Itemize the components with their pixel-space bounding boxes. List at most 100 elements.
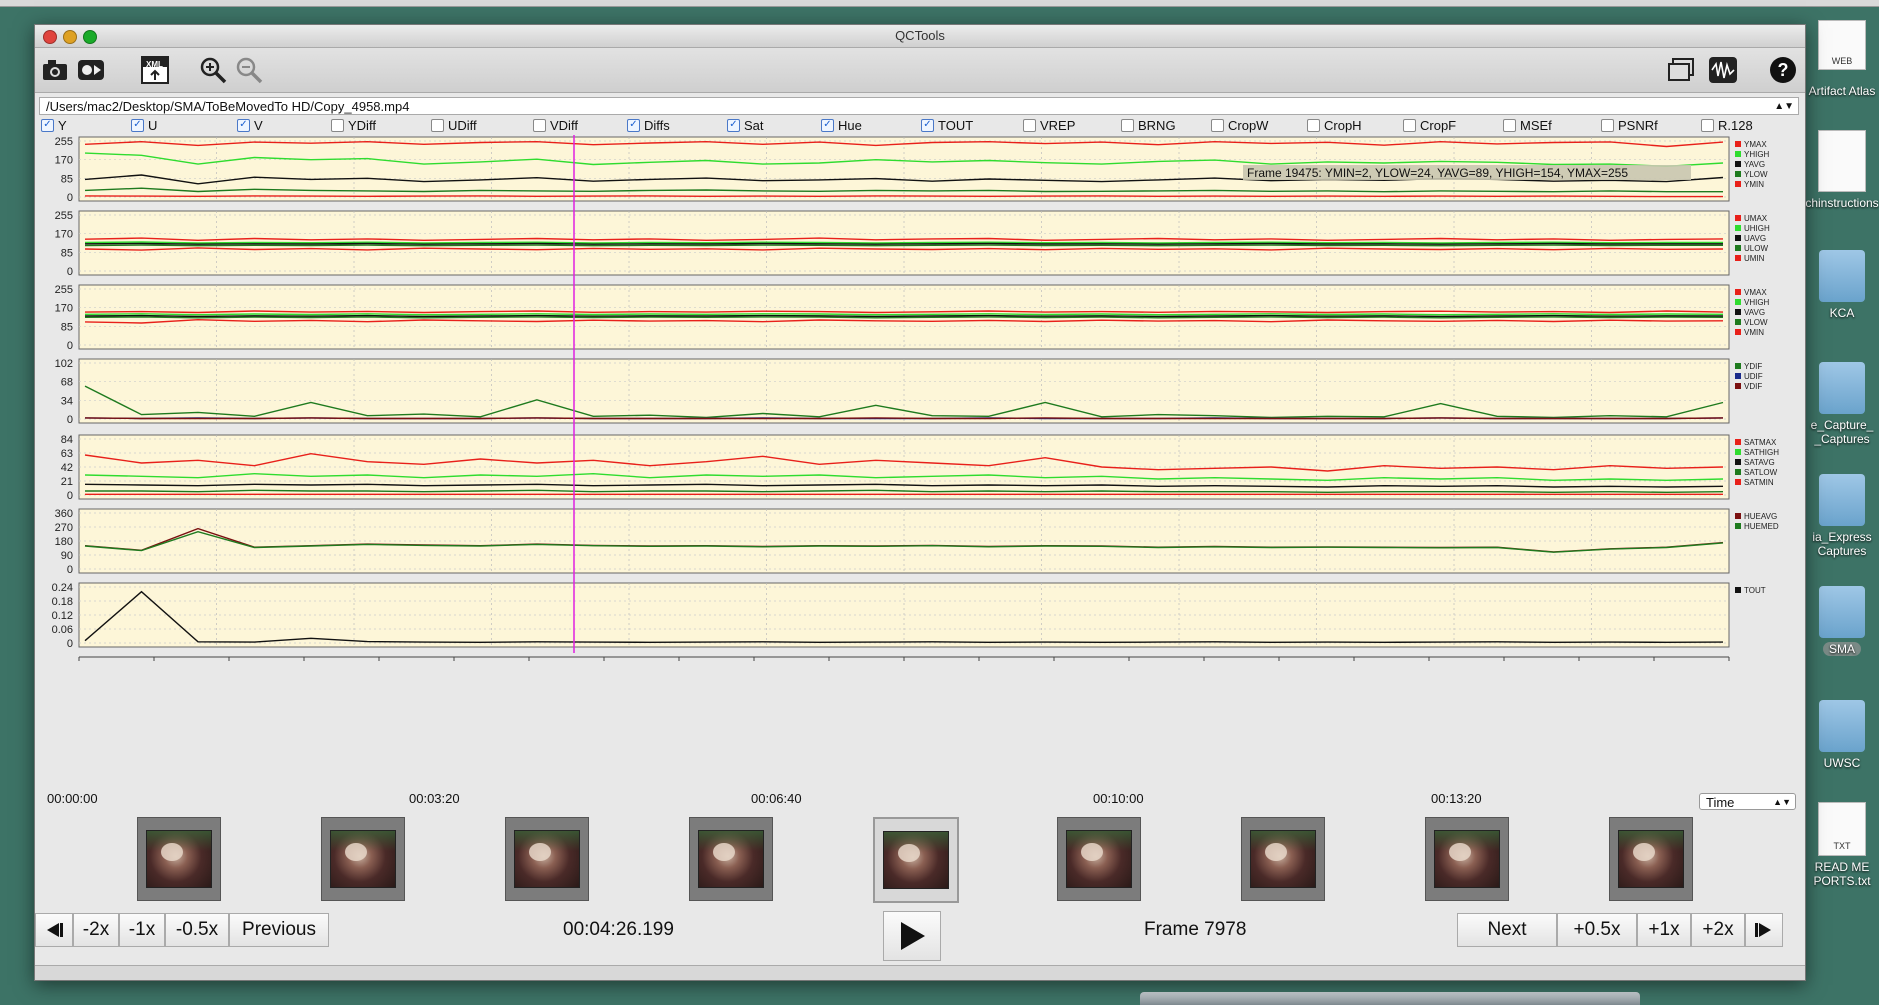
checkbox-unchecked[interactable] xyxy=(533,118,546,132)
checkbox-checked[interactable]: ✓ xyxy=(921,118,934,132)
checkbox-unchecked[interactable] xyxy=(1701,118,1714,132)
legend-label: HUEAVG xyxy=(1744,512,1777,521)
legend-label: VAVG xyxy=(1744,308,1765,317)
y-tick-label: 0.12 xyxy=(52,610,73,622)
speed-plus-1x-button[interactable]: +1x xyxy=(1637,913,1691,947)
open-device-button[interactable] xyxy=(75,54,107,86)
filter-sat[interactable]: ✓ Sat xyxy=(727,117,764,133)
minimize-window-icon[interactable] xyxy=(63,30,77,44)
go-to-end-button[interactable] xyxy=(1745,913,1783,947)
frame-thumbnail[interactable] xyxy=(873,817,959,903)
speed-minus-1x-button[interactable]: -1x xyxy=(119,913,165,947)
desktop-item-captures[interactable]: e_Capture_ _Captures xyxy=(1805,362,1879,446)
filter-msef[interactable]: MSEf xyxy=(1503,117,1552,133)
filter-vdiff[interactable]: VDiff xyxy=(533,117,578,133)
speed-minus-half-button[interactable]: -0.5x xyxy=(165,913,229,947)
checkbox-checked[interactable]: ✓ xyxy=(131,118,144,132)
y-tick-label: 0 xyxy=(67,414,73,426)
frame-thumbnail[interactable] xyxy=(689,817,773,901)
speed-plus-half-button[interactable]: +0.5x xyxy=(1557,913,1637,947)
filter-psnrf[interactable]: PSNRf xyxy=(1601,117,1658,133)
series-line-vdif xyxy=(84,417,1724,420)
go-to-start-button[interactable] xyxy=(35,913,73,947)
desktop-item-instructions[interactable]: chinstructions xyxy=(1805,130,1879,210)
checkbox-checked[interactable]: ✓ xyxy=(727,118,740,132)
time-mode-select[interactable]: Time ▲▼ xyxy=(1699,793,1796,810)
legend-swatch xyxy=(1735,373,1741,379)
desktop-item-artifact-atlas[interactable]: Artifact Atlas xyxy=(1805,84,1879,98)
previous-button[interactable]: Previous xyxy=(229,913,329,947)
filter-croph[interactable]: CropH xyxy=(1307,117,1362,133)
checkbox-unchecked[interactable] xyxy=(331,118,344,132)
filter-udiff[interactable]: UDiff xyxy=(431,117,477,133)
zoom-in-button[interactable] xyxy=(197,54,229,86)
filter-ydiff[interactable]: YDiff xyxy=(331,117,376,133)
y-tick-label: 255 xyxy=(55,210,73,222)
filter-cropw[interactable]: CropW xyxy=(1211,117,1268,133)
frame-thumbnail[interactable] xyxy=(1425,817,1509,901)
checkbox-unchecked[interactable] xyxy=(1403,118,1416,132)
graphs-area[interactable]: 255 170 85 0 YMAXYHIGHYAVGYLOWYMIN 255 170 85 0 U… xyxy=(35,135,1805,785)
speed-minus-2x-button[interactable]: -2x xyxy=(73,913,119,947)
waveform-view-button[interactable] xyxy=(1707,54,1739,86)
checkbox-checked[interactable]: ✓ xyxy=(627,118,640,132)
filter-tout[interactable]: ✓ TOUT xyxy=(921,117,973,133)
filters-view-button[interactable] xyxy=(1665,54,1697,86)
close-window-icon[interactable] xyxy=(43,30,57,44)
checkbox-checked[interactable]: ✓ xyxy=(237,118,250,132)
filter-hue[interactable]: ✓ Hue xyxy=(821,117,862,133)
frame-thumbnail[interactable] xyxy=(137,817,221,901)
next-button[interactable]: Next xyxy=(1457,913,1557,947)
frame-thumbnail[interactable] xyxy=(1609,817,1693,901)
frame-thumbnail[interactable] xyxy=(1057,817,1141,901)
filter-label: Y xyxy=(58,117,67,133)
checkbox-unchecked[interactable] xyxy=(1503,118,1516,132)
checkbox-unchecked[interactable] xyxy=(1211,118,1224,132)
thumbnail-image xyxy=(146,830,212,888)
filter-label: YDiff xyxy=(348,117,376,133)
checkbox-unchecked[interactable] xyxy=(1121,118,1134,132)
checkbox-unchecked[interactable] xyxy=(431,118,444,132)
legend-label: UAVG xyxy=(1744,234,1766,243)
play-button[interactable] xyxy=(883,911,941,961)
desktop-item-readme[interactable]: TXT READ ME PORTS.txt xyxy=(1805,802,1879,888)
help-button[interactable]: ? xyxy=(1767,54,1799,86)
folder-icon xyxy=(1819,586,1865,638)
frame-thumbnail[interactable] xyxy=(1241,817,1325,901)
export-xml-button[interactable]: XML xyxy=(139,54,171,86)
zoom-window-icon[interactable] xyxy=(83,30,97,44)
open-file-button[interactable] xyxy=(39,54,71,86)
filter-v[interactable]: ✓ V xyxy=(237,117,263,133)
filter-u[interactable]: ✓ U xyxy=(131,117,157,133)
speed-plus-2x-button[interactable]: +2x xyxy=(1691,913,1745,947)
frame-thumbnail[interactable] xyxy=(505,817,589,901)
filter-cropf[interactable]: CropF xyxy=(1403,117,1456,133)
filter-y[interactable]: ✓ Y xyxy=(41,117,67,133)
filter-diffs[interactable]: ✓ Diffs xyxy=(627,117,670,133)
desktop-item-web[interactable]: WEB xyxy=(1805,20,1879,74)
series-line-ulow xyxy=(84,244,1723,247)
filter-vrep[interactable]: VREP xyxy=(1023,117,1075,133)
checkbox-unchecked[interactable] xyxy=(1023,118,1036,132)
desktop-icons: WEB Artifact Atlas chinstructions KCA e_… xyxy=(1805,0,1879,1005)
thumbnail-image xyxy=(514,830,580,888)
checkbox-checked[interactable]: ✓ xyxy=(821,118,834,132)
legend-label: SATMAX xyxy=(1744,438,1777,447)
legend-swatch xyxy=(1735,449,1741,455)
text-file-icon: TXT xyxy=(1818,802,1866,856)
filter-brng[interactable]: BRNG xyxy=(1121,117,1176,133)
legend-swatch xyxy=(1735,319,1741,325)
filter-r-128[interactable]: R.128 xyxy=(1701,117,1753,133)
desktop-item-uwsc[interactable]: UWSC xyxy=(1805,700,1879,770)
desktop-item-express-captures[interactable]: ia_Express Captures xyxy=(1805,474,1879,558)
y-tick-label: 0 xyxy=(67,266,73,278)
checkbox-unchecked[interactable] xyxy=(1601,118,1614,132)
checkbox-checked[interactable]: ✓ xyxy=(41,118,54,132)
checkbox-unchecked[interactable] xyxy=(1307,118,1320,132)
desktop-item-kca[interactable]: KCA xyxy=(1805,250,1879,320)
zoom-out-button[interactable] xyxy=(233,54,265,86)
file-path-selector[interactable]: /Users/mac2/Desktop/SMA/ToBeMovedTo HD/C… xyxy=(39,97,1799,115)
legend-swatch xyxy=(1735,141,1741,147)
frame-thumbnail[interactable] xyxy=(321,817,405,901)
desktop-item-sma[interactable]: SMA xyxy=(1805,586,1879,656)
